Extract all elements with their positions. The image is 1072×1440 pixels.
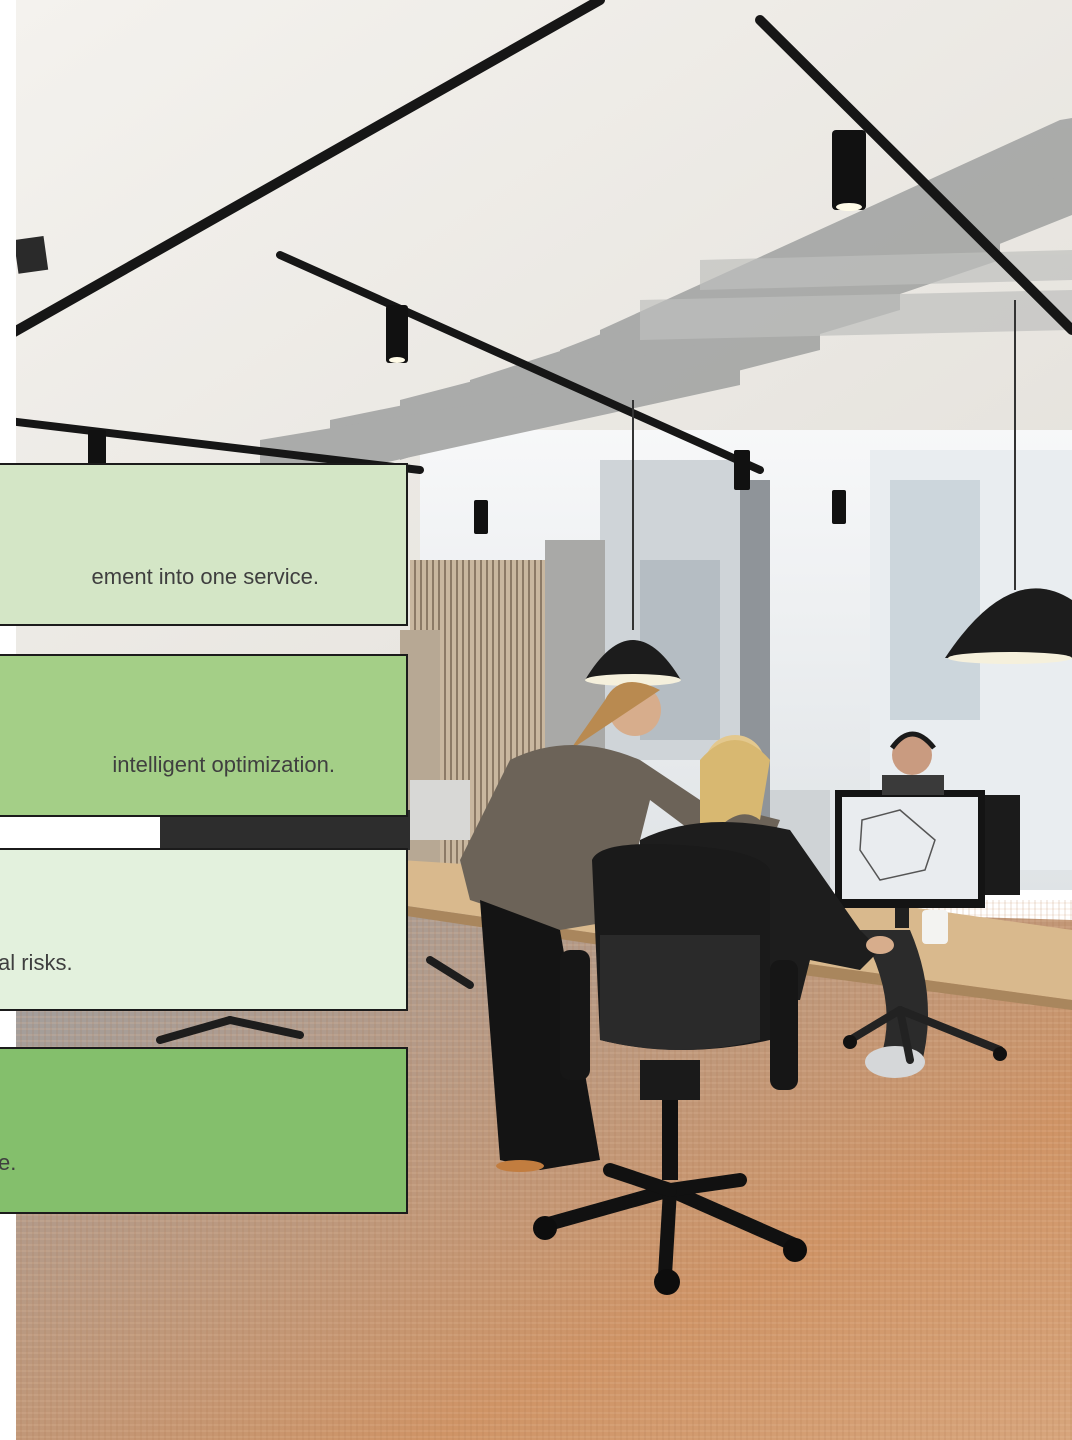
feature-card-4: e.: [0, 1047, 408, 1214]
feature-card-4-text: e.: [0, 1150, 17, 1175]
feature-card-1: ement into one service.: [0, 463, 408, 626]
office-scene: ement into one service. intelligent opti…: [0, 0, 1072, 1440]
feature-card-3-text: al risks.: [0, 950, 73, 975]
feature-card-1-text: ement into one service.: [91, 564, 319, 589]
feature-card-3: al risks.: [0, 848, 408, 1011]
feature-card-2: intelligent optimization.: [0, 654, 408, 817]
feature-card-2-text: intelligent optimization.: [112, 752, 335, 777]
